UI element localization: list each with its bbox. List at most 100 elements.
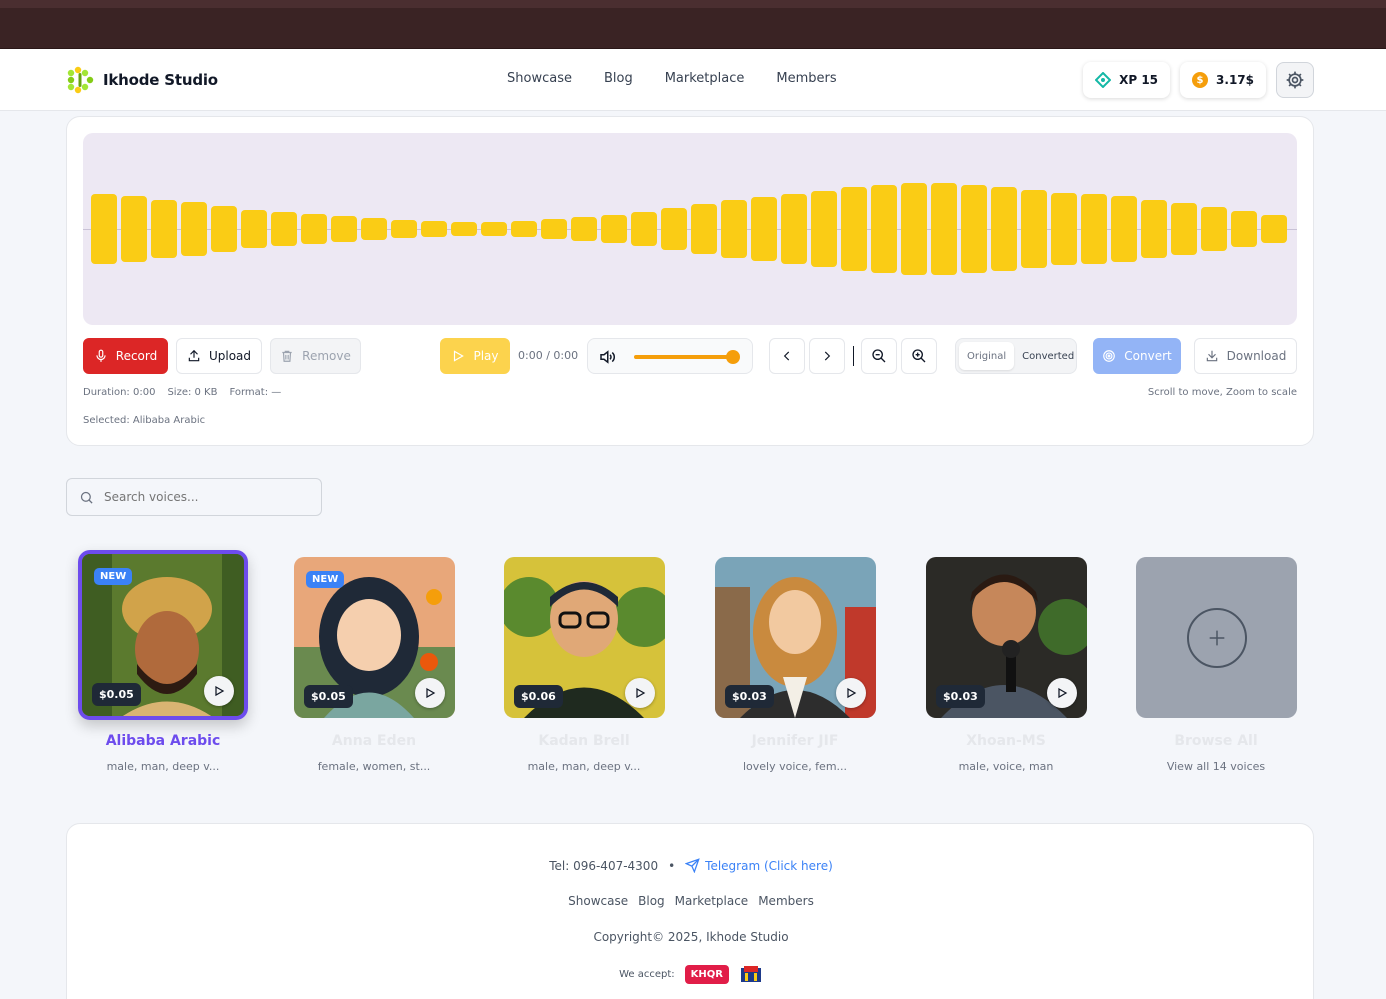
upload-button[interactable]: Upload xyxy=(176,338,262,374)
waveform-bar xyxy=(931,182,957,276)
waveform-bar xyxy=(391,220,417,238)
voice-avatar[interactable]: $0.03 xyxy=(926,557,1087,718)
waveform-bar xyxy=(1231,210,1257,248)
voice-tags: female, women, st... xyxy=(317,760,431,773)
remove-button[interactable]: Remove xyxy=(270,338,361,374)
play-label: Play xyxy=(473,349,499,363)
main-nav: Showcase Blog Marketplace Members xyxy=(507,71,837,86)
telegram-icon xyxy=(685,858,700,873)
zoom-in-button[interactable] xyxy=(901,338,937,374)
play-icon xyxy=(847,687,857,699)
voice-name: Anna Eden xyxy=(331,733,417,749)
preview-play-button[interactable] xyxy=(1047,678,1077,708)
voice-avatar[interactable]: NEW $0.05 xyxy=(294,557,455,718)
footer-link-blog[interactable]: Blog xyxy=(638,894,665,908)
volume-control[interactable] xyxy=(587,338,753,374)
xp-diamond-icon xyxy=(1095,72,1112,88)
telegram-label: Telegram (Click here) xyxy=(705,858,833,873)
trash-icon xyxy=(282,350,292,362)
preview-play-button[interactable] xyxy=(836,678,866,708)
record-button[interactable]: Record xyxy=(83,338,168,374)
volume-slider-handle[interactable] xyxy=(725,350,740,364)
play-icon xyxy=(636,687,646,699)
brand-logo[interactable]: Ikhode Studio xyxy=(65,65,218,95)
voice-name: Jennifer JIF xyxy=(751,733,839,749)
nav-marketplace[interactable]: Marketplace xyxy=(665,71,745,86)
waveform-hint: Scroll to move, Zoom to scale xyxy=(1147,387,1297,398)
voice-name: Alibaba Arabic xyxy=(105,733,221,749)
footer-copyright-row: Copyright© 2025, Ikhode Studio xyxy=(67,930,1315,944)
waveform-canvas[interactable] xyxy=(83,133,1297,325)
convert-icon xyxy=(1103,350,1116,362)
voice-tags: male, voice, man xyxy=(958,760,1054,773)
balance-badge[interactable]: $ 3.17$ xyxy=(1180,62,1266,98)
prev-button[interactable] xyxy=(769,338,805,374)
nav-showcase[interactable]: Showcase xyxy=(507,71,572,86)
chevron-left-icon xyxy=(783,351,790,361)
waveform-bar xyxy=(421,221,447,237)
waveform-bar xyxy=(751,197,777,261)
voice-tags: lovely voice, fem... xyxy=(742,760,848,773)
footer-link-marketplace[interactable]: Marketplace xyxy=(675,894,749,908)
download-button[interactable]: Download xyxy=(1194,338,1297,374)
waveform-bar xyxy=(871,184,897,274)
waveform-bar xyxy=(841,186,867,272)
play-icon xyxy=(1058,687,1068,699)
preview-play-button[interactable] xyxy=(625,678,655,708)
waveform-bar xyxy=(631,211,657,247)
site-footer: Tel: 096-407-4300 • Telegram (Click here… xyxy=(66,823,1314,999)
voice-avatar[interactable]: $0.03 xyxy=(715,557,876,718)
waveform-bar xyxy=(961,184,987,274)
footer-link-members[interactable]: Members xyxy=(758,894,814,908)
waveform-bar xyxy=(1021,189,1047,269)
voice-avatar[interactable]: NEW $0.05 xyxy=(78,550,248,720)
waveform-bar xyxy=(1111,196,1137,262)
download-icon xyxy=(1206,350,1217,362)
search-input[interactable] xyxy=(104,490,304,504)
nav-members[interactable]: Members xyxy=(776,71,836,86)
footer-contact: Tel: 096-407-4300 • Telegram (Click here… xyxy=(67,858,1315,873)
xp-badge[interactable]: XP 15 xyxy=(1083,62,1171,98)
waveform-bar xyxy=(1171,203,1197,255)
preview-play-button[interactable] xyxy=(204,676,234,706)
waveform-bar xyxy=(91,194,117,264)
browse-all-tile[interactable] xyxy=(1136,557,1297,718)
header-actions: XP 15 $ 3.17$ xyxy=(1083,62,1314,98)
waveform-bar xyxy=(271,211,297,247)
toggle-converted[interactable]: Converted xyxy=(1014,342,1082,370)
voice-grid: NEW $0.05 Alibaba Arabic male, man, deep… xyxy=(0,548,1386,788)
waveform-bar xyxy=(901,182,927,276)
next-button[interactable] xyxy=(809,338,845,374)
waveform-bar xyxy=(1141,200,1167,258)
settings-button[interactable] xyxy=(1276,62,1314,98)
footer-link-showcase[interactable]: Showcase xyxy=(568,894,628,908)
waveform-bar xyxy=(1201,206,1227,252)
volume-icon[interactable] xyxy=(598,348,616,366)
waveform-bar xyxy=(811,190,837,268)
telegram-link[interactable]: Telegram (Click here) xyxy=(685,858,833,873)
preview-play-button[interactable] xyxy=(415,678,445,708)
convert-button[interactable]: Convert xyxy=(1093,338,1181,374)
waveform-bar xyxy=(301,213,327,245)
waveform-bar xyxy=(181,202,207,256)
meta-format: Format: — xyxy=(229,387,282,398)
play-button[interactable]: Play xyxy=(440,338,510,374)
browse-all-sub: View all 14 voices xyxy=(1166,760,1266,773)
toggle-original[interactable]: Original xyxy=(959,342,1015,370)
nav-blog[interactable]: Blog xyxy=(604,71,633,86)
chevron-right-icon xyxy=(824,351,831,361)
zoom-in-icon xyxy=(912,349,926,363)
brain-logo-icon xyxy=(67,66,94,94)
waveform-bar xyxy=(211,205,237,253)
price-tag: $0.03 xyxy=(936,685,985,708)
we-accept-label: We accept: xyxy=(619,968,675,980)
waveform-bar xyxy=(571,217,597,241)
volume-slider-track[interactable] xyxy=(634,355,733,359)
play-icon xyxy=(426,687,436,699)
waveform-bar xyxy=(1261,214,1287,244)
zoom-out-button[interactable] xyxy=(861,338,897,374)
voice-search[interactable] xyxy=(66,478,322,516)
waveform-bar xyxy=(661,207,687,251)
price-tag: $0.05 xyxy=(304,685,353,708)
voice-avatar[interactable]: $0.06 xyxy=(504,557,665,718)
